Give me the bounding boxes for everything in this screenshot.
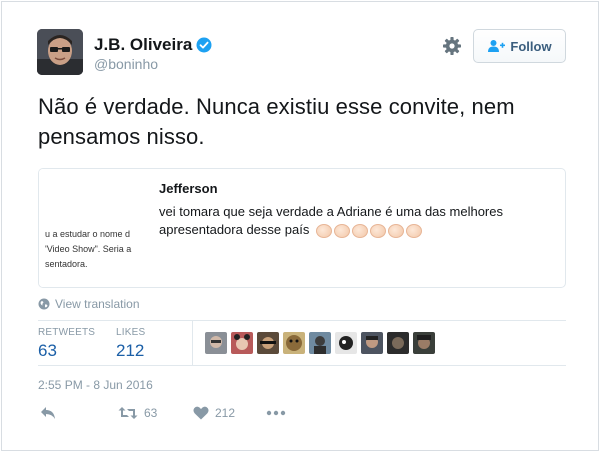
liker-avatar[interactable]	[283, 332, 305, 354]
like-count: 212	[215, 406, 236, 420]
tweet-card: J.B. Oliveira @boninho Follow Não é verd…	[1, 1, 599, 451]
quoted-text: vei tomara que seja verdade a Adriane é …	[159, 203, 549, 239]
quoted-tweet-image: u a estudar o nome d 'Video Show". Seria…	[39, 169, 151, 287]
tweet-timestamp[interactable]: 2:55 PM - 8 Jun 2016	[38, 378, 153, 392]
clapping-hands-emoji	[315, 223, 422, 238]
follow-user-icon	[488, 40, 506, 52]
view-translation-label: View translation	[55, 297, 140, 311]
retweet-icon	[118, 407, 138, 419]
follow-button[interactable]: Follow	[473, 29, 566, 63]
image-text-line: 'Video Show". Seria a	[45, 244, 132, 254]
more-button[interactable]	[266, 406, 286, 420]
more-icon	[266, 410, 286, 416]
author-handle[interactable]: @boninho	[94, 56, 158, 72]
verified-badge-icon	[196, 37, 212, 53]
retweet-count: 63	[144, 406, 158, 420]
reply-button[interactable]	[40, 406, 56, 420]
quoted-author: Jefferson	[159, 181, 218, 196]
gear-icon[interactable]	[442, 36, 462, 56]
globe-icon	[38, 298, 50, 310]
like-button[interactable]: 212	[193, 406, 235, 420]
likes-count[interactable]: 212	[116, 341, 145, 361]
liker-avatar[interactable]	[335, 332, 357, 354]
liker-avatar[interactable]	[257, 332, 279, 354]
heart-icon	[193, 406, 209, 420]
retweets-count[interactable]: 63	[38, 341, 95, 361]
image-text-line: sentadora.	[45, 259, 88, 269]
divider	[38, 365, 566, 366]
retweets-label: RETWEETS	[38, 327, 96, 338]
liker-avatar[interactable]	[387, 332, 409, 354]
retweet-button[interactable]: 63	[118, 406, 157, 420]
tweet-actions: 63 212	[38, 406, 298, 426]
quoted-tweet[interactable]: u a estudar o nome d 'Video Show". Seria…	[38, 168, 566, 288]
liker-avatar[interactable]	[413, 332, 435, 354]
likes-stat[interactable]: LIKES 212	[116, 327, 145, 361]
follow-button-label: Follow	[510, 38, 552, 54]
image-text-line: u a estudar o nome d	[45, 229, 131, 239]
stats-separator	[192, 321, 193, 365]
author-name[interactable]: J.B. Oliveira	[94, 35, 192, 55]
reply-icon	[41, 407, 55, 419]
author-name-row[interactable]: J.B. Oliveira	[94, 35, 212, 55]
liker-avatar[interactable]	[231, 332, 253, 354]
liker-avatar[interactable]	[205, 332, 227, 354]
likes-label: LIKES	[116, 327, 146, 338]
author-avatar[interactable]	[37, 29, 83, 75]
liker-avatar[interactable]	[309, 332, 331, 354]
liker-avatars	[205, 332, 435, 354]
tweet-stats: RETWEETS 63 LIKES 212	[38, 321, 566, 365]
tweet-text: Não é verdade. Nunca existiu esse convit…	[38, 94, 515, 149]
view-translation-link[interactable]: View translation	[38, 297, 140, 311]
liker-avatar[interactable]	[361, 332, 383, 354]
retweets-stat[interactable]: RETWEETS 63	[38, 327, 95, 361]
